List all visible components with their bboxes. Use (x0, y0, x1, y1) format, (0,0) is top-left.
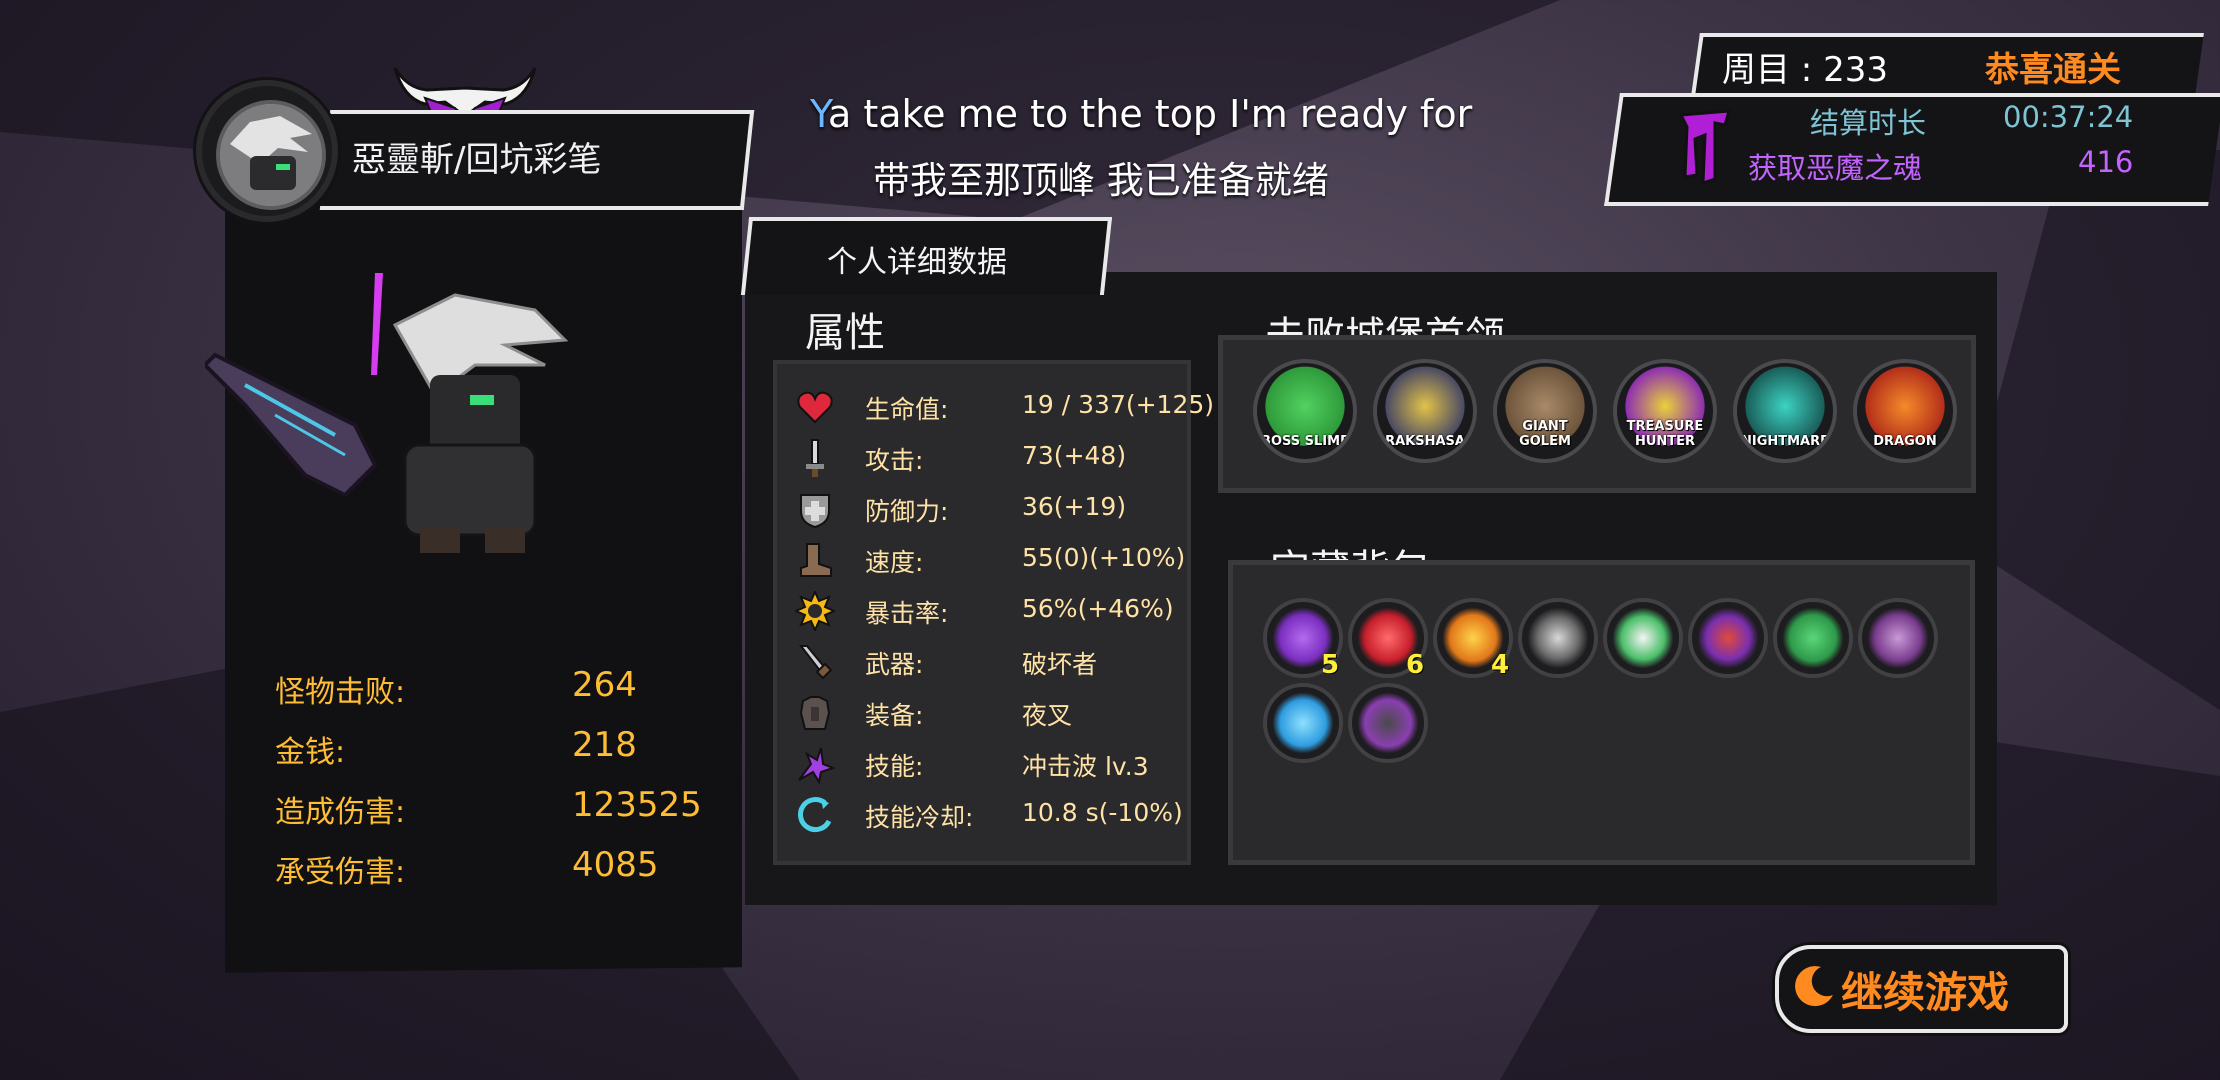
hero-face-icon (220, 104, 322, 206)
dark-stone-icon[interactable] (1348, 683, 1428, 763)
attr-value: 73(+48) (1022, 441, 1127, 470)
lyric-line-2: 带我至那顶峰 我已准备就绪 (873, 159, 1329, 202)
play-time-value: 00:37:24 (2003, 100, 2134, 134)
item-count: 5 (1321, 650, 1340, 680)
attr-label: 防御力: (865, 497, 949, 526)
attr-row-weapon: 武器: 破坏者 (777, 636, 1187, 687)
attributes-list: 生命值: 19 / 337(+125) 攻击: 73(+48) 防御力: 36(… (773, 360, 1214, 865)
armor-icon (799, 696, 831, 730)
demon-souls-label: 获取恶魔之魂 (1748, 151, 1923, 185)
lyric-line-1-text: a take me to the top I'm ready for (827, 92, 1473, 136)
attr-label: 速度: (865, 548, 924, 577)
attr-value: 夜叉 (1022, 701, 1073, 730)
boss-rakshasa-icon[interactable]: RAKSHASA (1373, 359, 1477, 463)
background-shard (1960, 150, 2220, 710)
monsters-defeated-value: 264 (572, 665, 637, 705)
attr-row-attack: 攻击: 73(+48) (777, 432, 1187, 483)
attr-label: 攻击: (865, 446, 924, 475)
item-count: 6 (1406, 650, 1425, 680)
attr-label: 生命值: (865, 395, 949, 424)
attr-row-cooldown: 技能冷却: 10.8 s(-10%) (777, 789, 1187, 840)
play-time-label: 结算时长 (1810, 106, 1927, 140)
attr-value: 10.8 s(-10%) (1022, 798, 1183, 827)
avatar (196, 80, 338, 222)
clover-icon[interactable] (1773, 598, 1853, 678)
sword-icon (806, 439, 824, 477)
boss-name: RAKSHASA (1385, 434, 1465, 449)
attr-value: 冲击波 lv.3 (1022, 752, 1149, 781)
boss-treasure-hunter-icon[interactable]: TREASURE HUNTER (1613, 359, 1717, 463)
item-count: 4 (1491, 650, 1510, 680)
boss-dragon-icon[interactable]: DRAGON (1853, 359, 1957, 463)
boss-giant-golem-icon[interactable]: GIANT GOLEM (1493, 359, 1597, 463)
sun-icon (795, 591, 835, 631)
boss-name: NIGHTMARE (1740, 434, 1830, 449)
boss-name: DRAGON (1873, 434, 1937, 449)
bone-cross-icon[interactable] (1518, 598, 1598, 678)
treasure-bag: 5 6 4 (1228, 560, 1975, 865)
boot-icon (800, 543, 832, 577)
attr-row-defense: 防御力: 36(+19) (777, 483, 1187, 534)
attr-row-speed: 速度: 55(0)(+10%) (777, 534, 1187, 585)
lyric-line-1: Ya take me to the top I'm ready for (810, 92, 1472, 136)
boss-name: TREASURE HUNTER (1626, 419, 1704, 449)
damage-taken-value: 4085 (572, 845, 659, 885)
boss-name: GIANT GOLEM (1519, 419, 1571, 449)
skill-icon (798, 747, 835, 784)
attr-label: 暴击率: (865, 599, 949, 628)
gold-label: 金钱: (275, 735, 346, 770)
lyric-highlight: Y (810, 92, 828, 136)
attr-value: 56%(+46%) (1022, 594, 1174, 623)
attr-label: 技能冷却: (865, 803, 974, 832)
attr-label: 技能: (865, 752, 924, 781)
weapon-icon (798, 645, 833, 680)
continue-game-button[interactable]: 继续游戏 (1775, 945, 2068, 1033)
attr-value: 19 / 337(+125) (1022, 390, 1215, 419)
boss-list: BOSS SLIME RAKSHASA GIANT GOLEM TREASURE… (1218, 335, 1976, 493)
egg-icon[interactable] (1603, 598, 1683, 678)
attributes-title: 属性 (805, 310, 885, 356)
tab-personal-details-label: 个人详细数据 (827, 245, 1007, 280)
attr-row-skill: 技能: 冲击波 lv.3 (777, 738, 1187, 789)
damage-dealt-value: 123525 (572, 785, 702, 825)
boss-slime-icon[interactable]: BOSS SLIME (1253, 359, 1357, 463)
demon-souls-value: 416 (2078, 145, 2134, 179)
damage-dealt-label: 造成伤害: (275, 795, 406, 830)
cooldown-icon (797, 797, 832, 832)
attr-label: 装备: (865, 701, 924, 730)
player-name: 惡靈斬/回坑彩笔 (352, 140, 602, 180)
attr-label: 武器: (865, 650, 924, 679)
continue-game-label: 继续游戏 (1841, 968, 2010, 1017)
attr-row-crit: 暴击率: 56%(+46%) (777, 585, 1187, 636)
moon-icon (1795, 966, 1833, 1007)
clear-status: 恭喜通关 (1985, 50, 2121, 90)
attr-row-armor: 装备: 夜叉 (777, 687, 1187, 738)
hero-sprite (205, 273, 569, 553)
attr-value: 36(+19) (1022, 492, 1127, 521)
gold-value: 218 (572, 725, 637, 765)
shield-icon (800, 494, 830, 529)
attr-row-hp: 生命值: 19 / 337(+125) (777, 381, 1214, 432)
boss-name: BOSS SLIME (1261, 434, 1349, 449)
heart-icon (797, 391, 833, 424)
attr-value: 破坏者 (1022, 650, 1098, 679)
player-stats: 怪物击败: 264 金钱: 218 造成伤害: 123525 承受伤害: 408… (275, 665, 725, 905)
loop-count: 周目 : 233 (1722, 50, 1888, 90)
blue-crystal-icon[interactable] (1263, 683, 1343, 763)
attr-value: 55(0)(+10%) (1022, 543, 1186, 572)
boss-nightmare-icon[interactable]: NIGHTMARE (1733, 359, 1837, 463)
monsters-defeated-label: 怪物击败: (275, 675, 406, 710)
demon-eye-icon[interactable] (1688, 598, 1768, 678)
demon-soul-icon (1678, 109, 1732, 185)
purple-orb-icon[interactable] (1858, 598, 1938, 678)
damage-taken-label: 承受伤害: (275, 855, 406, 890)
